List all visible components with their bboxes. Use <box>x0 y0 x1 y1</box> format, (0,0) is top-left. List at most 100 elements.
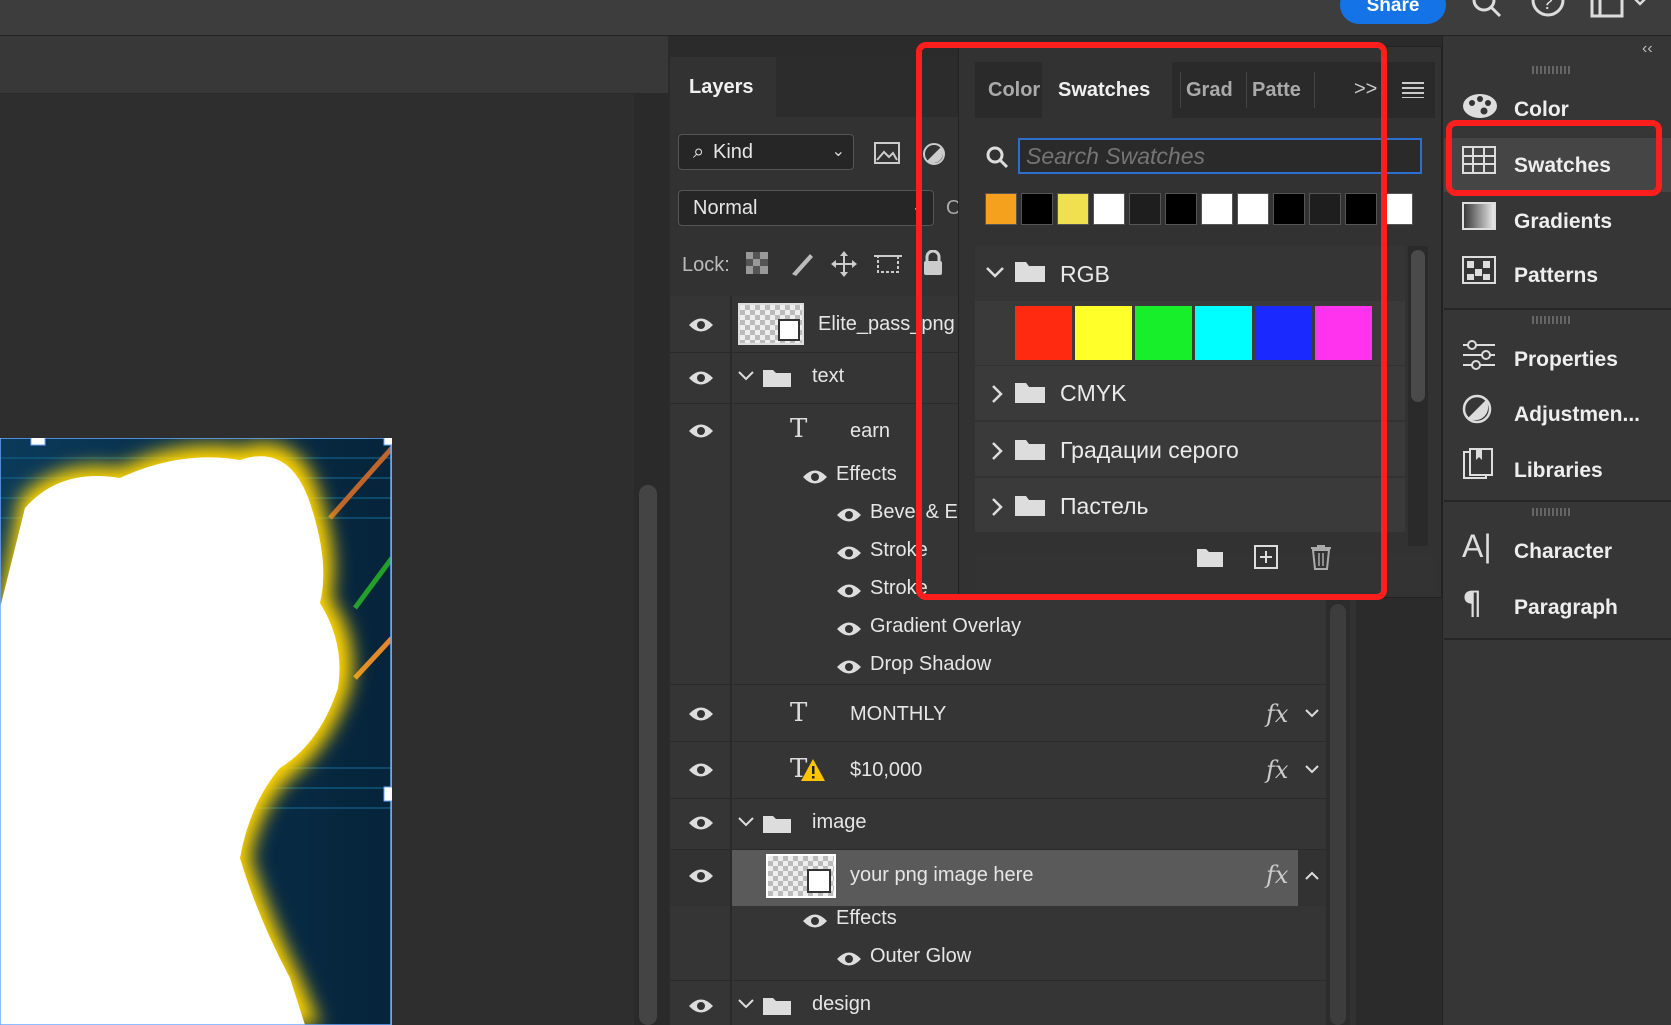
search-icon[interactable] <box>1470 0 1504 22</box>
dock-label[interactable]: Paragraph <box>1514 596 1618 620</box>
dock-label[interactable]: Properties <box>1514 348 1618 372</box>
layer-name[interactable]: your png image here <box>850 864 1033 887</box>
visibility-eye-icon[interactable] <box>802 468 828 486</box>
layer-name[interactable]: $10,000 <box>850 759 922 782</box>
lock-label: Lock: <box>682 254 730 276</box>
visibility-eye-icon[interactable] <box>836 950 862 968</box>
dock-divider <box>1444 308 1671 310</box>
layer-name[interactable]: text <box>812 365 844 388</box>
collapse-dock-icon[interactable]: ‹‹ <box>1642 40 1653 58</box>
layer-name[interactable]: design <box>812 993 871 1016</box>
palette-icon <box>1462 92 1498 120</box>
gradient-icon <box>1462 202 1496 230</box>
help-icon[interactable]: ? <box>1530 0 1566 20</box>
visibility-eye-icon[interactable] <box>688 867 714 885</box>
share-button[interactable]: Share <box>1340 0 1446 24</box>
fx-icon[interactable]: fx <box>1266 700 1288 728</box>
kind-filter-label: Kind <box>713 141 754 163</box>
grip-handle[interactable] <box>1532 66 1572 74</box>
lock-pixels-icon[interactable] <box>788 250 816 278</box>
layer-name[interactable]: image <box>812 811 866 834</box>
visibility-eye-icon[interactable] <box>688 316 714 334</box>
chevron-down-icon[interactable] <box>1304 764 1320 776</box>
blend-mode-label: Normal <box>693 197 758 219</box>
highlight-box-swatches-panel <box>916 42 1387 600</box>
visibility-eye-icon[interactable] <box>688 997 714 1015</box>
chevron-down-icon[interactable] <box>737 816 755 828</box>
search-icon: ⌕ <box>693 141 705 163</box>
text-layer-icon: T <box>790 698 808 728</box>
dock-label[interactable]: Adjustmen... <box>1514 403 1640 427</box>
eye-column-divider <box>730 296 732 1025</box>
dock-label[interactable]: Color <box>1514 98 1569 122</box>
artwork-image[interactable] <box>0 438 392 1025</box>
folder-icon <box>762 994 792 1016</box>
effect-name[interactable]: Drop Shadow <box>870 653 991 676</box>
fx-icon[interactable]: fx <box>1266 756 1288 784</box>
chevron-down-icon[interactable] <box>737 370 755 382</box>
pilcrow-icon: ¶ <box>1462 584 1483 622</box>
layer-thumbnail <box>738 303 804 345</box>
visibility-eye-icon[interactable] <box>836 544 862 562</box>
effect-name[interactable]: Gradient Overlay <box>870 615 1021 638</box>
effect-name[interactable]: Outer Glow <box>870 945 971 968</box>
layer-thumbnail <box>766 854 836 898</box>
dock-divider <box>1444 638 1671 640</box>
visibility-eye-icon[interactable] <box>688 369 714 387</box>
lock-artboard-icon[interactable] <box>874 252 902 276</box>
dock-label[interactable]: Gradients <box>1514 210 1612 234</box>
lock-position-icon[interactable] <box>830 250 858 278</box>
visibility-eye-icon[interactable] <box>836 658 862 676</box>
dock-label[interactable]: Patterns <box>1514 264 1598 288</box>
svg-text:?: ? <box>1542 0 1553 14</box>
dock-label[interactable]: Character <box>1514 540 1612 564</box>
patterns-icon <box>1462 256 1496 284</box>
tab-layers[interactable]: Layers <box>670 57 776 117</box>
visibility-eye-icon[interactable] <box>688 422 714 440</box>
image-filter-icon[interactable] <box>874 142 900 164</box>
effects-label[interactable]: Effects <box>836 907 897 930</box>
blend-mode-dropdown[interactable]: Normal ⌄ <box>678 190 934 226</box>
visibility-eye-icon[interactable] <box>802 912 828 930</box>
layers-scrollbar-thumb[interactable] <box>1330 604 1346 1025</box>
layer-name[interactable]: MONTHLY <box>850 703 946 726</box>
adjustment-icon <box>1462 394 1494 426</box>
visibility-eye-icon[interactable] <box>688 814 714 832</box>
smart-object-icon <box>778 319 800 341</box>
visibility-eye-icon[interactable] <box>836 506 862 524</box>
panel-menu-icon[interactable] <box>1402 82 1424 98</box>
visibility-eye-icon[interactable] <box>688 705 714 723</box>
dock-divider <box>1444 500 1671 502</box>
libraries-icon <box>1462 448 1494 480</box>
grip-handle[interactable] <box>1532 508 1572 516</box>
highlight-box-swatches-dock <box>1446 120 1662 196</box>
folder-icon <box>762 366 792 388</box>
chevron-down-icon[interactable] <box>737 998 755 1010</box>
layer-kind-filter[interactable]: ⌕ Kind ⌄ <box>678 134 854 170</box>
visibility-eye-icon[interactable] <box>836 620 862 638</box>
canvas-scrollbar-thumb[interactable] <box>639 485 657 1025</box>
chevron-down-icon[interactable] <box>1304 708 1320 720</box>
chevron-up-icon[interactable] <box>1304 869 1320 881</box>
workspace-icon[interactable] <box>1590 0 1650 20</box>
lock-transparency-icon[interactable] <box>746 252 768 274</box>
fx-icon[interactable]: fx <box>1266 861 1288 889</box>
visibility-eye-icon[interactable] <box>836 582 862 600</box>
document-tab-bar <box>0 36 668 94</box>
swatches-scrollbar-thumb[interactable] <box>1411 250 1425 402</box>
sliders-icon <box>1462 340 1496 370</box>
folder-icon <box>762 812 792 834</box>
layer-row[interactable] <box>670 685 1330 741</box>
chevron-down-icon: ⌄ <box>831 143 845 160</box>
layer-name[interactable]: earn <box>850 420 890 443</box>
grip-handle[interactable] <box>1532 316 1572 324</box>
dock-label[interactable]: Libraries <box>1514 459 1603 483</box>
visibility-eye-icon[interactable] <box>688 761 714 779</box>
layer-row[interactable] <box>670 906 1330 980</box>
text-layer-icon: T <box>790 414 808 444</box>
warning-icon <box>800 758 826 782</box>
smart-object-icon <box>807 869 831 893</box>
effects-label[interactable]: Effects <box>836 463 897 486</box>
layer-row[interactable] <box>670 742 1330 798</box>
character-icon: A| <box>1462 528 1492 564</box>
